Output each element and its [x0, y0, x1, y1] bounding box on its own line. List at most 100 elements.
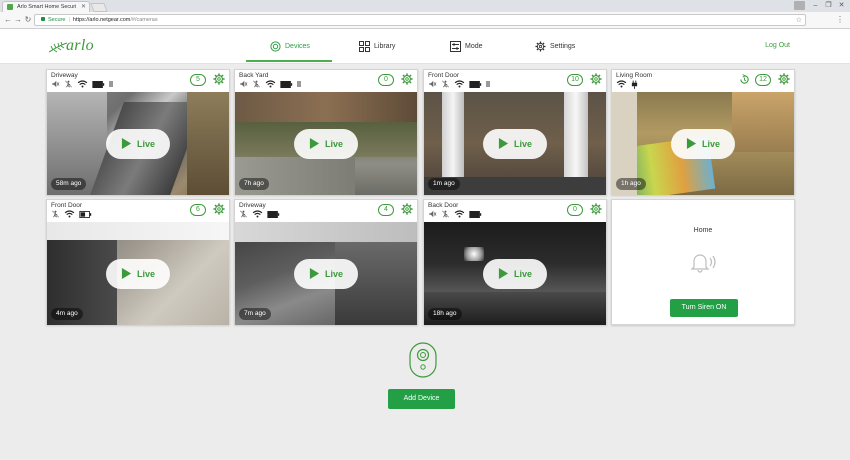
last-activity-label: 1h ago: [616, 178, 646, 190]
clip-count-badge[interactable]: 12: [755, 74, 771, 86]
clip-count-badge[interactable]: 0: [378, 74, 394, 86]
close-tab-icon[interactable]: ✕: [81, 2, 86, 12]
bookmark-star-icon[interactable]: ☆: [796, 15, 802, 26]
gear-icon: [535, 40, 546, 52]
camera-settings-gear-icon[interactable]: [213, 203, 225, 215]
camera-status-icons: [51, 80, 113, 88]
live-button[interactable]: Live: [294, 128, 358, 159]
restore-icon[interactable]: ❐: [822, 0, 835, 11]
camera-card-driveway: Driveway 5 Live 58m ago: [46, 69, 230, 195]
camera-status-icons: [428, 210, 482, 218]
nav-library[interactable]: Library: [359, 39, 395, 53]
arlo-logo[interactable]: arlo: [48, 37, 108, 55]
sd-icon: [486, 81, 490, 87]
live-label: Live: [324, 268, 343, 279]
nav-settings[interactable]: Settings: [535, 39, 575, 53]
camera-settings-gear-icon[interactable]: [401, 73, 413, 85]
address-bar[interactable]: Secure | https://arlo.netgear.com/#/camera…: [34, 14, 806, 26]
logo-text: arlo: [66, 37, 94, 54]
camera-feed[interactable]: Live 7m ago: [235, 222, 417, 325]
camera-card-back-yard: Back Yard 0 Live 7h ago: [234, 69, 418, 195]
camera-settings-gear-icon[interactable]: [590, 73, 602, 85]
arlo-favicon-icon: [7, 4, 13, 10]
clip-count-badge[interactable]: 5: [190, 74, 206, 86]
audio-off-icon: [428, 210, 437, 218]
close-window-icon[interactable]: ✕: [835, 0, 848, 11]
add-device-button[interactable]: Add Device: [388, 389, 455, 409]
motion-off-icon: [64, 80, 73, 88]
wifi-icon: [77, 80, 88, 88]
live-label: Live: [324, 138, 343, 149]
battery-icon: [267, 211, 280, 218]
app-header: arlo Devices Library Mode Settings Log O…: [0, 29, 850, 64]
play-icon: [686, 137, 697, 150]
live-button[interactable]: Live: [483, 258, 547, 289]
minimize-icon[interactable]: –: [809, 0, 822, 11]
last-activity-label: 7m ago: [239, 308, 271, 320]
audio-off-icon: [239, 80, 248, 88]
nav-mode[interactable]: Mode: [450, 39, 483, 53]
live-button[interactable]: Live: [294, 258, 358, 289]
forward-arrow-icon[interactable]: →: [13, 15, 23, 25]
clip-count-badge[interactable]: 6: [190, 204, 206, 216]
wifi-icon: [454, 80, 465, 88]
camera-name: Back Door: [428, 202, 459, 209]
tab-title: Arlo Smart Home Securi: [17, 4, 77, 10]
clip-count-badge[interactable]: 10: [567, 74, 583, 86]
wifi-icon: [454, 210, 465, 218]
camera-settings-gear-icon[interactable]: [401, 203, 413, 215]
battery-icon: [280, 81, 293, 88]
clip-count-badge[interactable]: 0: [567, 204, 583, 216]
url-path: /#/cameras: [130, 17, 158, 23]
camera-feed[interactable]: Live 1h ago: [612, 92, 794, 195]
browser-tab[interactable]: Arlo Smart Home Securi ✕: [2, 1, 90, 12]
last-activity-label: 18h ago: [428, 308, 462, 320]
last-activity-label: 4m ago: [51, 308, 83, 320]
motion-off-icon: [239, 210, 248, 218]
battery-icon: [469, 81, 482, 88]
camera-settings-gear-icon[interactable]: [778, 73, 790, 85]
camera-settings-gear-icon[interactable]: [213, 73, 225, 85]
live-button[interactable]: Live: [483, 128, 547, 159]
clip-count-badge[interactable]: 4: [378, 204, 394, 216]
wifi-icon: [265, 80, 276, 88]
nav-mode-label: Mode: [465, 42, 483, 50]
back-arrow-icon[interactable]: ←: [3, 15, 13, 25]
motion-off-icon: [252, 80, 261, 88]
camera-card-living-room: Living Room 12 Live 1h ago: [611, 69, 795, 195]
camera-feed[interactable]: Live 7h ago: [235, 92, 417, 195]
library-icon: [359, 40, 370, 52]
battery-icon: [92, 81, 105, 88]
live-button[interactable]: Live: [106, 258, 170, 289]
camera-settings-gear-icon[interactable]: [590, 203, 602, 215]
camera-feed[interactable]: Live 18h ago: [424, 222, 606, 325]
live-button[interactable]: Live: [671, 128, 735, 159]
reload-icon[interactable]: ↻: [23, 15, 33, 25]
user-profile-icon[interactable]: [794, 1, 805, 10]
camera-card-driveway-2: Driveway 4 Live 7m ago: [234, 199, 418, 325]
turn-siren-on-button[interactable]: Turn Siren ON: [670, 299, 738, 317]
live-button[interactable]: Live: [106, 128, 170, 159]
wifi-icon: [616, 80, 627, 88]
last-activity-label: 7h ago: [239, 178, 269, 190]
logout-link[interactable]: Log Out: [765, 42, 790, 49]
arlo-device-icon: [409, 342, 437, 378]
arlo-leaf-icon: [48, 41, 68, 53]
browser-menu-icon[interactable]: ⋮: [836, 15, 844, 25]
audio-off-icon: [51, 80, 60, 88]
battery-icon: [469, 211, 482, 218]
active-tab-indicator: [246, 60, 332, 62]
camera-card-front-door: Front Door 10 Live 1m ago: [423, 69, 607, 195]
siren-bell-icon: [690, 254, 716, 273]
nav-devices[interactable]: Devices: [270, 39, 310, 53]
camera-feed[interactable]: Live 58m ago: [47, 92, 229, 195]
wifi-icon: [64, 210, 75, 218]
base-station-mode-card: Home Turn Siren ON: [611, 199, 795, 325]
motion-off-icon: [51, 210, 60, 218]
camera-feed[interactable]: Live 1m ago: [424, 92, 606, 195]
camera-feed[interactable]: Live 4m ago: [47, 222, 229, 325]
camera-name: Driveway: [239, 202, 266, 209]
history-icon[interactable]: [739, 74, 750, 85]
url-host: https://arlo.netgear.com: [72, 17, 131, 23]
new-tab-button[interactable]: [90, 3, 108, 12]
